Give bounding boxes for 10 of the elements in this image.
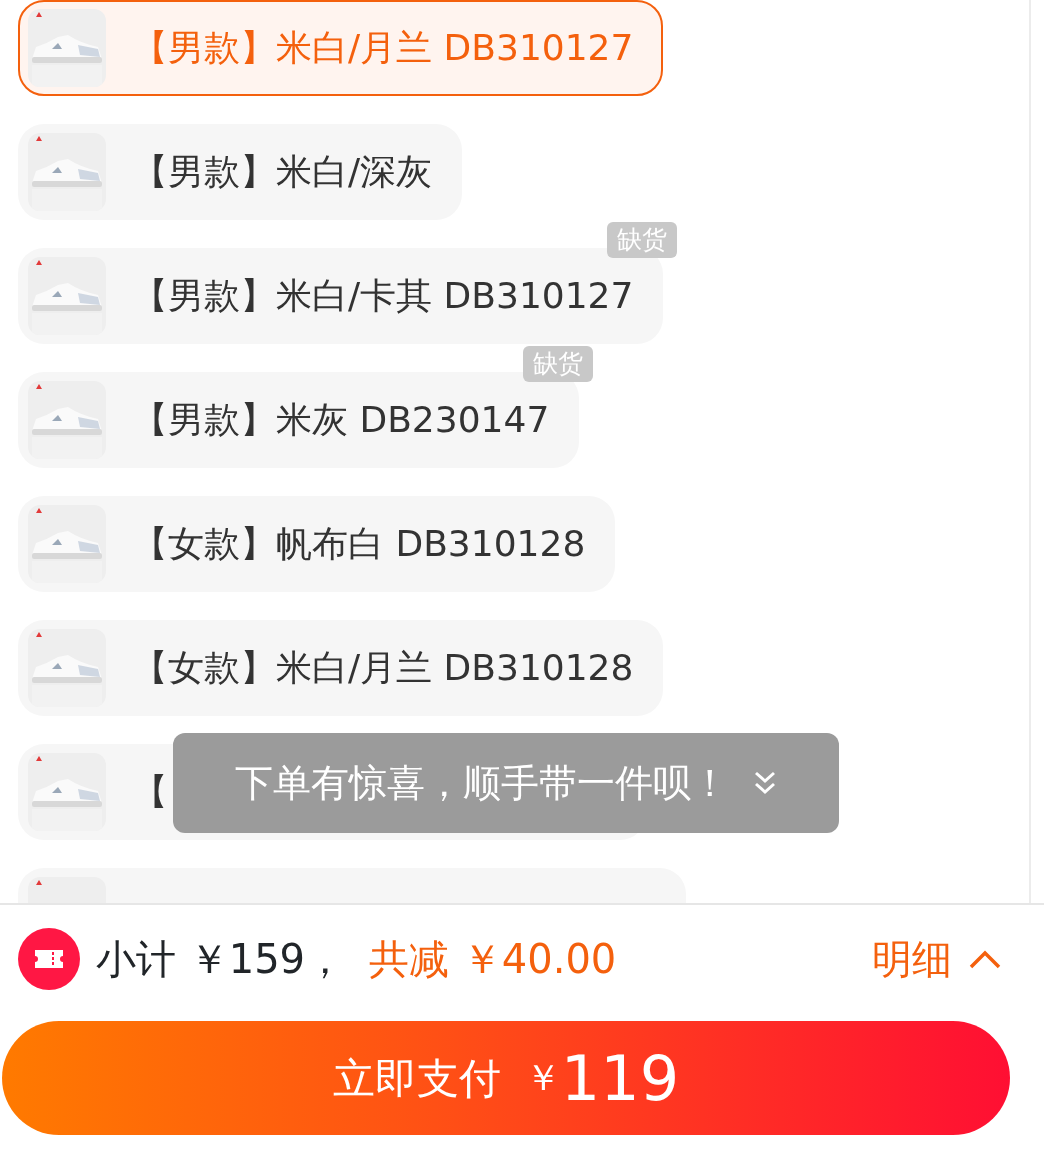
discount-text: 共减 ￥40.00 [369,935,617,984]
variant-option[interactable]: 【男款】米白/深灰 [18,124,463,220]
pay-button[interactable]: 立即支付 ￥119 [2,1021,1010,1135]
double-chevron-icon[interactable] [753,770,777,796]
toast-message: 下单有惊喜，顺手带一件呗！ [235,759,729,807]
subtotal-text: 小计 ￥159， [96,935,346,984]
chevron-up-icon [968,948,1002,970]
variant-option[interactable]: 【女款】帆布白 DB310128 [18,496,616,592]
variant-option[interactable]: 【女款】米白/月兰 DB310128 [18,620,664,716]
coupon-icon [18,928,80,990]
